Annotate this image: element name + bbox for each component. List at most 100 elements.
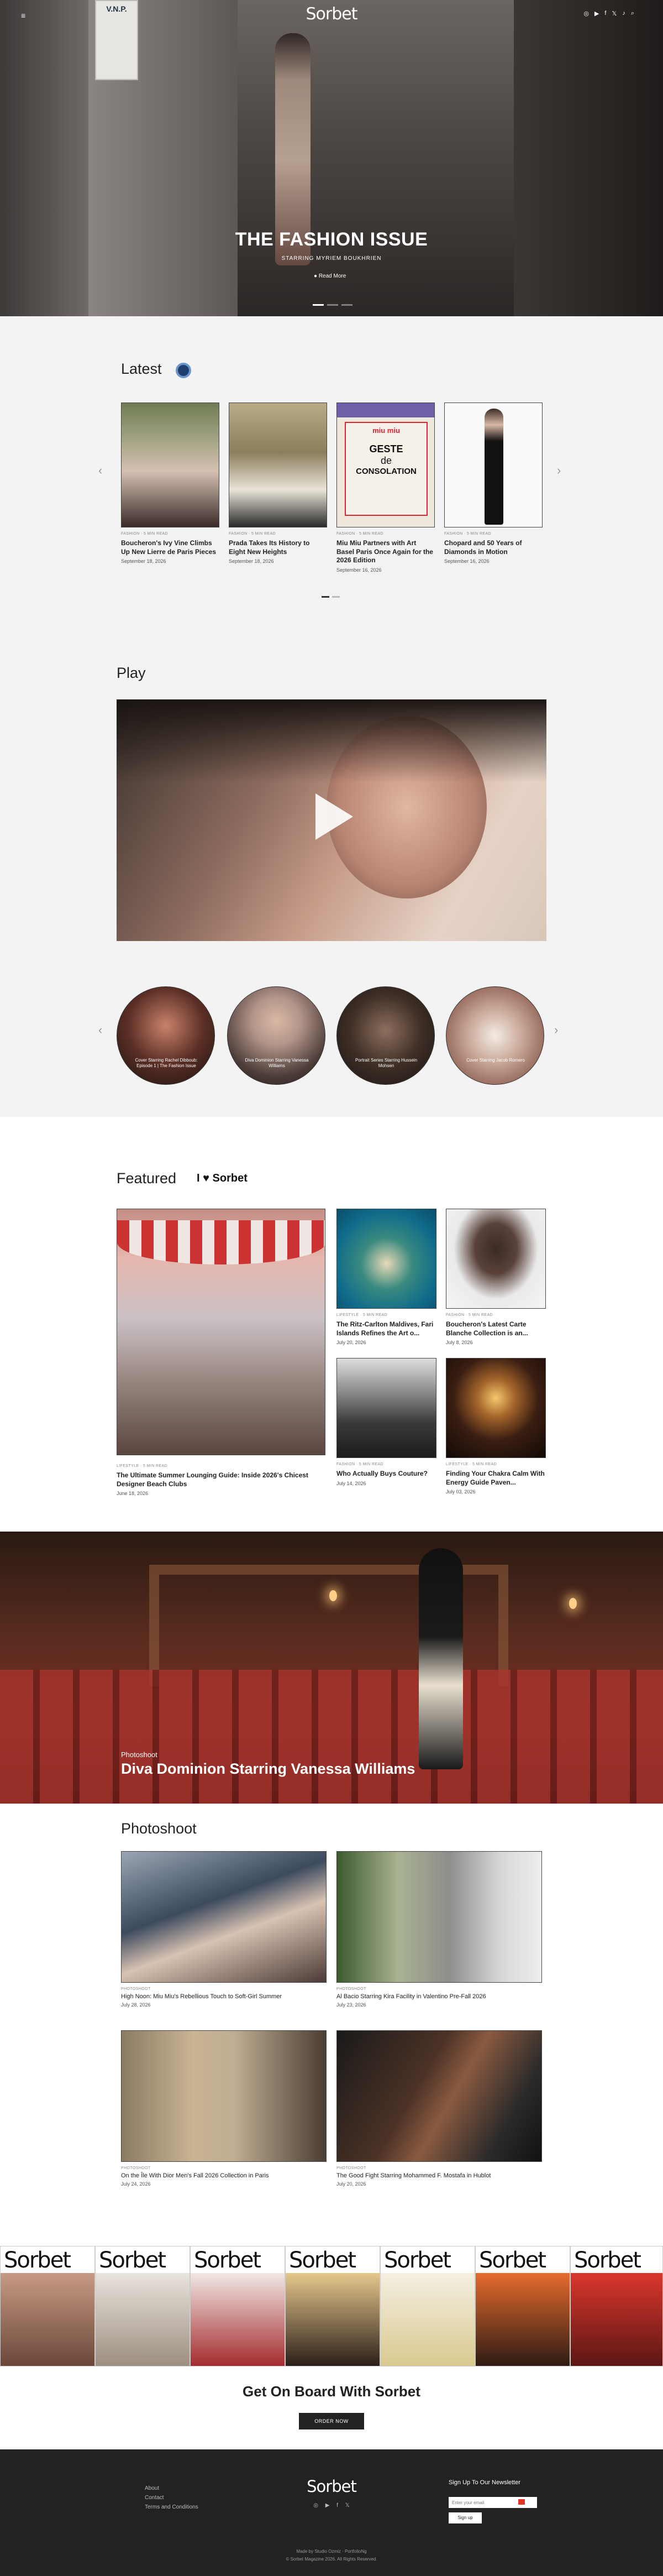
magazine-cover[interactable]: Sorbet (0, 2246, 95, 2366)
photoshoot-card[interactable]: PHOTOSHOOT The Good Fight Starring Moham… (336, 2030, 542, 2187)
featured-card[interactable]: FASHION · 5 MIN READ Who Actually Buys C… (336, 1358, 436, 1486)
magazine-cover[interactable]: Sorbet (285, 2246, 380, 2366)
latest-card-image[interactable] (121, 403, 219, 527)
featured-card-image[interactable] (336, 1209, 436, 1309)
magazine-cover[interactable]: Sorbet (190, 2246, 285, 2366)
youtube-icon[interactable]: ▶ (594, 10, 599, 17)
magazine-cover[interactable]: Sorbet (475, 2246, 570, 2366)
facebook-icon[interactable]: f (604, 10, 606, 17)
card-date: July 14, 2026 (336, 1480, 366, 1486)
latest-prev-arrow-icon[interactable]: ‹ (98, 463, 102, 478)
latest-card[interactable]: miu miu GESTE de CONSOLATION FASHION · 5… (336, 403, 435, 573)
photoshoot-card[interactable]: PHOTOSHOOT High Noon: Miu Miu's Rebellio… (121, 1851, 327, 2008)
pagination-dot[interactable] (332, 596, 340, 598)
order-now-button[interactable]: ORDER NOW (299, 2413, 364, 2429)
play-next-arrow-icon[interactable]: › (554, 1023, 558, 1037)
magazine-covers-strip: Sorbet Sorbet Sorbet Sorbet Sorbet Sorbe… (0, 2246, 663, 2366)
card-title[interactable]: The Ritz-Carlton Maldives, Fari Islands … (336, 1320, 436, 1337)
slide-dot[interactable] (327, 304, 338, 306)
card-category: FASHION · 5 MIN READ (336, 532, 384, 536)
featured-main-card[interactable]: LIFESTYLE · 5 MIN READ The Ultimate Summ… (117, 1460, 325, 1496)
latest-card-image[interactable] (229, 403, 327, 527)
card-title[interactable]: The Ultimate Summer Lounging Guide: Insi… (117, 1471, 325, 1488)
card-category: LIFESTYLE · 5 MIN READ (336, 1313, 388, 1317)
card-category: FASHION · 5 MIN READ (336, 1462, 384, 1466)
latest-heading: Latest (121, 360, 162, 377)
tiktok-icon[interactable]: ♪ (622, 10, 625, 17)
featured-main-image[interactable] (117, 1209, 325, 1455)
card-title[interactable]: Al Bacio Starring Kira Facility in Valen… (336, 1993, 542, 2000)
featured-card[interactable]: LIFESTYLE · 5 MIN READ Finding Your Chak… (446, 1358, 546, 1495)
photoshoot-card[interactable]: PHOTOSHOOT Al Bacio Starring Kira Facili… (336, 1851, 542, 2008)
play-icon[interactable] (315, 793, 353, 840)
instagram-icon[interactable]: ◎ (583, 10, 589, 17)
latest-pagination[interactable] (322, 596, 340, 598)
hero-read-more-link[interactable]: ● Read More (314, 273, 346, 279)
featured-card[interactable]: LIFESTYLE · 5 MIN READ The Ritz-Carlton … (336, 1209, 436, 1345)
footer-social-icons[interactable]: ◎ ▶ f 𝕏 (0, 2502, 663, 2509)
hero-slide-indicators[interactable] (313, 304, 352, 306)
latest-card-image[interactable]: miu miu GESTE de CONSOLATION (336, 403, 435, 527)
card-date: September 16, 2026 (444, 558, 490, 565)
video-thumb-circle[interactable]: Cover Starring Rachel Dibboub: Episode 1… (117, 986, 215, 1085)
photoshoot-card-image[interactable] (336, 1851, 542, 1983)
card-title[interactable]: Boucheron's Latest Carte Blanche Collect… (446, 1320, 546, 1337)
umbrella-graphic (117, 1220, 325, 1265)
banner-kicker: Photoshoot (121, 1751, 157, 1759)
latest-card[interactable]: FASHION · 5 MIN READ Chopard and 50 Year… (444, 403, 543, 564)
newsletter-signup-button[interactable]: Sign up (449, 2512, 482, 2523)
cover-masthead: Sorbet (4, 2248, 71, 2273)
featured-card-image[interactable] (446, 1358, 546, 1458)
footer-credits: Made by Studio Ozmiz · PortfolioNg (296, 2549, 367, 2554)
submit-arrow-icon[interactable] (518, 2499, 525, 2505)
video-thumb-circle[interactable]: Diva Dominion Starring Vanessa Williams (227, 986, 325, 1085)
card-title[interactable]: Miu Miu Partners with Art Basel Paris On… (336, 539, 435, 565)
search-icon[interactable]: ⌕ (631, 10, 634, 17)
pagination-dot[interactable] (322, 596, 329, 598)
sticker-text: I ♥ Sorbet (197, 1172, 248, 1184)
photoshoot-card-image[interactable] (336, 2030, 542, 2162)
card-title[interactable]: Prada Takes Its History to Eight New Hei… (229, 539, 327, 556)
card-category: PHOTOSHOOT (121, 1987, 151, 1991)
poster-line2: de (380, 455, 392, 466)
card-category: LIFESTYLE · 5 MIN READ (446, 1462, 497, 1466)
video-caption: Cover Starring Rachel Dibboub: Episode 1… (135, 1058, 198, 1068)
card-title[interactable]: The Good Fight Starring Mohammed F. Most… (336, 2172, 542, 2179)
magazine-cover[interactable]: Sorbet (380, 2246, 475, 2366)
card-date: July 28, 2026 (121, 2002, 151, 2008)
play-prev-arrow-icon[interactable]: ‹ (98, 1023, 102, 1037)
photoshoot-card-image[interactable] (121, 2030, 327, 2162)
latest-next-arrow-icon[interactable]: › (557, 463, 561, 478)
x-icon[interactable]: 𝕏 (612, 10, 617, 17)
poster-line3: CONSOLATION (356, 467, 417, 476)
card-title[interactable]: On the Île With Dior Men's Fall 2026 Col… (121, 2172, 327, 2179)
card-title[interactable]: Boucheron's Ivy Vine Climbs Up New Lierr… (121, 539, 219, 556)
latest-card-image[interactable] (444, 403, 543, 527)
card-title[interactable]: Chopard and 50 Years of Diamonds in Moti… (444, 539, 543, 556)
cover-masthead: Sorbet (194, 2248, 261, 2273)
footer-logo[interactable]: Sorbet (0, 2477, 663, 2496)
card-category: FASHION · 5 MIN READ (446, 1313, 493, 1317)
video-player[interactable] (117, 699, 546, 941)
poster-line1: GESTE (369, 443, 403, 454)
banner-title[interactable]: Diva Dominion Starring Vanessa Williams (121, 1760, 415, 1778)
photoshoot-card[interactable]: PHOTOSHOOT On the Île With Dior Men's Fa… (121, 2030, 327, 2187)
slide-dot[interactable] (341, 304, 352, 306)
featured-card-image[interactable] (446, 1209, 546, 1309)
slide-dot[interactable] (313, 304, 324, 306)
card-title[interactable]: Who Actually Buys Couture? (336, 1470, 436, 1478)
card-title[interactable]: Finding Your Chakra Calm With Energy Gui… (446, 1470, 546, 1487)
photoshoot-card-image[interactable] (121, 1851, 327, 1983)
feature-banner[interactable]: Photoshoot Diva Dominion Starring Vaness… (0, 1532, 663, 1804)
cover-masthead: Sorbet (479, 2248, 546, 2273)
latest-card[interactable]: FASHION · 5 MIN READ Prada Takes Its His… (229, 403, 327, 564)
featured-card-image[interactable] (336, 1358, 436, 1458)
magazine-cover[interactable]: Sorbet (95, 2246, 190, 2366)
video-thumb-circle[interactable]: Portrait Series Starring Hussein Mohsen (336, 986, 435, 1085)
card-title[interactable]: High Noon: Miu Miu's Rebellious Touch to… (121, 1993, 327, 2000)
video-thumb-circle[interactable]: Cover Starring Jacob Romero (446, 986, 544, 1085)
latest-card[interactable]: FASHION · 5 MIN READ Boucheron's Ivy Vin… (121, 403, 219, 564)
featured-card[interactable]: FASHION · 5 MIN READ Boucheron's Latest … (446, 1209, 546, 1345)
site-logo[interactable]: Sorbet (0, 4, 663, 24)
magazine-cover[interactable]: Sorbet (570, 2246, 663, 2366)
